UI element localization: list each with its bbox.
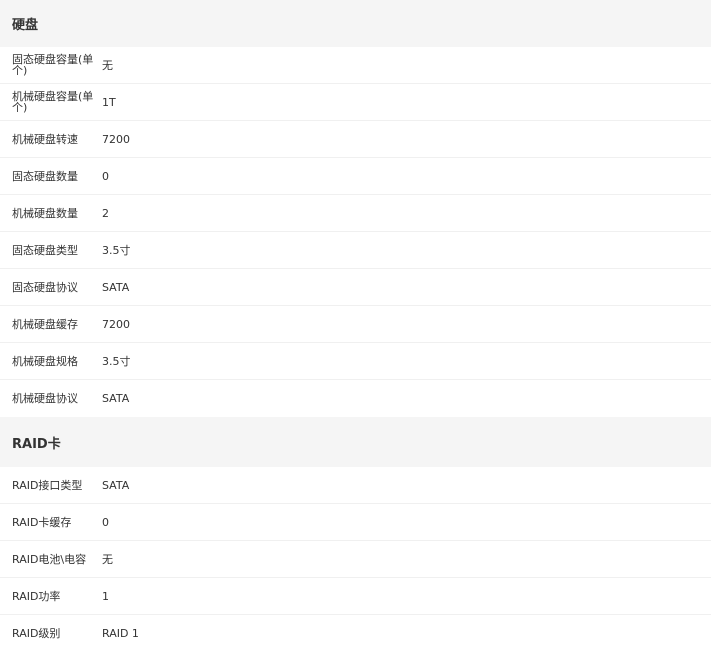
row-label: 固态硬盘协议 (12, 280, 78, 294)
row-label: RAID功率 (12, 589, 61, 603)
table-row: 固态硬盘协议 SATA (0, 269, 711, 306)
row-value: 无 (102, 553, 113, 566)
row-value: 0 (102, 169, 109, 183)
table-row: RAID接口类型 SATA (0, 467, 711, 504)
row-value: 7200 (102, 317, 130, 331)
table-row: 固态硬盘容量(单个) 无 (0, 47, 711, 84)
row-value: SATA (102, 392, 130, 405)
row-value: RAID 1 (102, 627, 139, 640)
row-label: RAID接口类型 (12, 478, 83, 492)
row-label: RAID卡缓存 (12, 515, 72, 529)
spec-table: 硬盘 固态硬盘容量(单个) 无 机械硬盘容量(单个) 1T 机械硬盘转速 720… (0, 0, 711, 652)
row-value: 2 (102, 206, 109, 220)
table-row: 机械硬盘容量(单个) 1T (0, 84, 711, 121)
table-row: RAID卡缓存 0 (0, 504, 711, 541)
row-value: 1 (102, 589, 109, 603)
row-value: 7200 (102, 132, 130, 146)
row-label: 固态硬盘数量 (12, 169, 78, 183)
table-row: 固态硬盘数量 0 (0, 158, 711, 195)
row-label: 固态硬盘类型 (12, 243, 78, 257)
row-label: RAID级别 (12, 627, 61, 640)
section-title-raid: RAID卡 (12, 436, 61, 452)
table-row: RAID功率 1 (0, 578, 711, 615)
table-row: 机械硬盘规格 3.5寸 (0, 343, 711, 380)
row-value: 0 (102, 515, 109, 529)
row-label: 机械硬盘数量 (12, 206, 78, 220)
row-value: SATA (102, 478, 130, 492)
section-header-raid: RAID卡 (0, 417, 711, 467)
row-label: 机械硬盘缓存 (12, 317, 78, 331)
table-row: 机械硬盘转速 7200 (0, 121, 711, 158)
row-value: 无 (102, 59, 113, 72)
row-value: 1T (102, 95, 116, 109)
row-value: SATA (102, 280, 130, 294)
table-row: 固态硬盘类型 3.5寸 (0, 232, 711, 269)
table-row: RAID级别 RAID 1 (0, 615, 711, 652)
section-header-disk: 硬盘 (0, 0, 711, 47)
row-value: 3.5寸 (102, 355, 131, 368)
row-label: 固态硬盘容量(单个) (12, 53, 94, 77)
row-value: 3.5寸 (102, 244, 131, 257)
table-row: 机械硬盘协议 SATA (0, 380, 711, 417)
table-row: 机械硬盘数量 2 (0, 195, 711, 232)
table-row: RAID电池\电容 无 (0, 541, 711, 578)
row-label: 机械硬盘规格 (12, 354, 78, 368)
row-label: 机械硬盘转速 (12, 132, 78, 146)
section-title-disk: 硬盘 (12, 18, 39, 33)
table-row: 机械硬盘缓存 7200 (0, 306, 711, 343)
row-label: 机械硬盘协议 (12, 392, 78, 405)
row-label: RAID电池\电容 (12, 552, 87, 566)
row-label: 机械硬盘容量(单个) (12, 90, 94, 114)
